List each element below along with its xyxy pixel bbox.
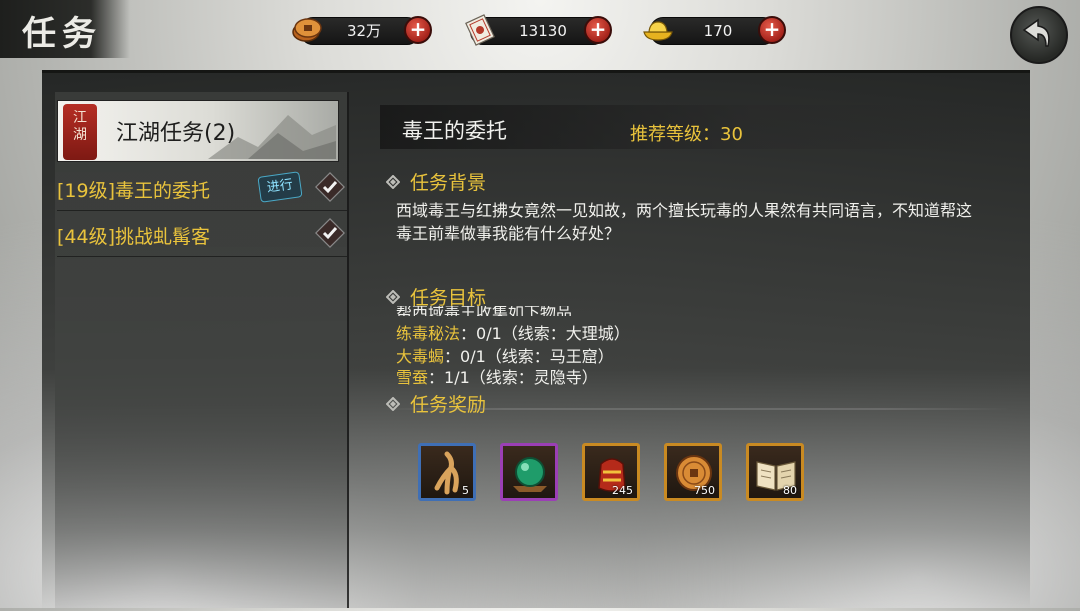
reward-quantity: 80	[783, 484, 797, 497]
quest-background-text: 西域毒王与红拂女竟然一见如故，两个擅长玩毒的人果然有共同语言，不知道帮这毒王前辈…	[396, 201, 973, 243]
objective-item: 雪蚕：1/1（线索：灵隐寺）	[396, 364, 598, 388]
diamond-bullet-icon	[386, 175, 400, 189]
objectives-scroll-clip: 帮西域毒王收集如下物品	[396, 306, 796, 316]
quest-detail: 毒王的委托 推荐等级：30 任务背景 西域毒王与红拂女竟然一见如故，两个擅长玩毒…	[380, 100, 1020, 530]
currency-copper-value: 32万	[346, 22, 382, 40]
objective-progress: ：1/1（线索：灵隐寺）	[428, 368, 598, 387]
currency-gold-value: 170	[703, 22, 733, 40]
objective-progress: ：0/1（线索：大理城）	[460, 324, 630, 343]
reward-item-ginseng[interactable]: 5	[418, 443, 476, 501]
category-label: 江湖任务(2)	[116, 121, 236, 146]
reward-item-experience[interactable]: 245	[582, 443, 640, 501]
category-seal-text: 江湖	[73, 110, 87, 143]
objective-name: 雪蚕	[396, 368, 429, 387]
task-label: [44级]挑战虬髯客	[57, 226, 211, 248]
diamond-bullet-icon	[386, 290, 400, 304]
jade-orb-icon	[513, 457, 547, 492]
reward-quantity: 245	[612, 484, 633, 497]
gold-ingot-icon	[643, 21, 673, 41]
section-background-title: 任务背景	[410, 172, 487, 194]
reward-quantity: 750	[694, 484, 715, 497]
copper-coin-icon	[292, 18, 322, 42]
objective-intro: 帮西域毒王收集如下物品	[396, 306, 573, 316]
recommended-level: 推荐等级：30	[630, 124, 743, 145]
reward-item-book[interactable]: 80	[746, 443, 804, 501]
objective-item: 练毒秘法：0/1（线索：大理城）	[396, 320, 630, 344]
section-background-header: 任务背景	[386, 168, 486, 195]
add-ticket-button[interactable]: +	[584, 16, 612, 44]
checkmark-icon	[315, 172, 345, 202]
add-copper-button[interactable]: +	[404, 16, 432, 44]
section-rewards-header: 任务奖励	[386, 390, 486, 417]
category-seal: 江湖	[63, 104, 97, 160]
top-bar: 任务 32万 + 13130 + 170 +	[0, 0, 1080, 64]
quest-title-bar: 毒王的委托 推荐等级：30	[380, 105, 1000, 149]
back-arrow-icon	[1022, 18, 1050, 47]
page-title: 任务	[22, 14, 102, 54]
checkmark-icon	[315, 218, 345, 248]
reward-quantity: 5	[462, 484, 469, 497]
task-row-challenge[interactable]: [44级]挑战虬髯客	[57, 216, 347, 257]
section-rewards-title: 任务奖励	[410, 394, 487, 416]
title-banner: 任务	[0, 0, 130, 58]
task-row-poison-king[interactable]: [19级]毒王的委托 进行	[57, 170, 347, 211]
in-progress-badge: 进行	[257, 171, 303, 203]
currency-ticket-value: 13130	[519, 22, 567, 40]
back-button[interactable]	[1010, 6, 1068, 64]
reward-item-jade-orb[interactable]	[500, 443, 558, 501]
task-label: [19级]毒王的委托	[57, 180, 211, 202]
reward-item-copper[interactable]: 750	[664, 443, 722, 501]
scroll-ticket-icon	[465, 14, 495, 46]
objective-name: 练毒秘法	[396, 324, 461, 343]
add-gold-button[interactable]: +	[758, 16, 786, 44]
quest-title: 毒王的委托	[402, 119, 507, 143]
category-tab-jianghu[interactable]: 江湖 江湖任务(2)	[57, 100, 339, 162]
section-divider	[380, 408, 1010, 410]
